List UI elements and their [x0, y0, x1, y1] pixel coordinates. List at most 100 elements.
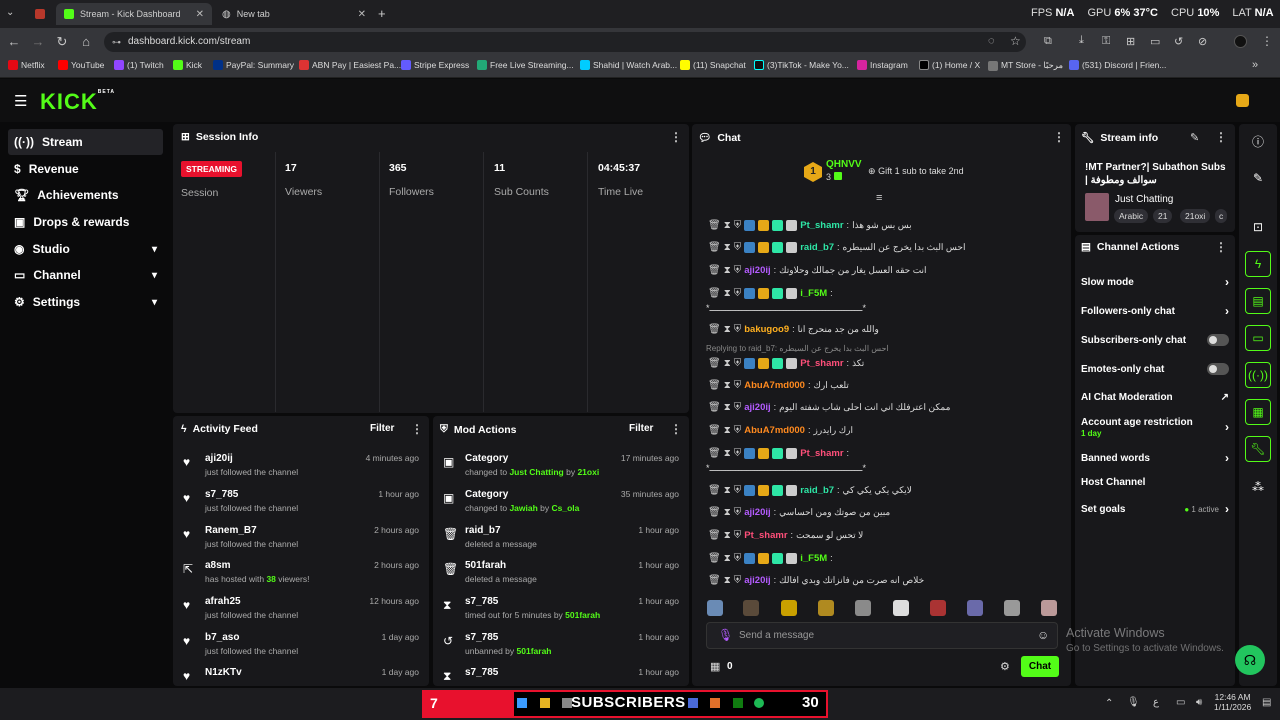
- bookmark-snapchat[interactable]: (11) Snapchat: [680, 60, 746, 70]
- tab-new-tab[interactable]: ◍ New tab ✕: [214, 3, 374, 25]
- bookmark-star-icon[interactable]: ☆: [1010, 34, 1021, 48]
- chat-username[interactable]: AbuA7md000: [744, 425, 805, 436]
- top-gifter-name[interactable]: QHNVV: [826, 159, 862, 170]
- shield-icon[interactable]: ⛨: [734, 380, 742, 391]
- trash-icon[interactable]: 🗑︎: [708, 358, 721, 369]
- microphone-tray-icon[interactable]: 🎙︎: [1127, 697, 1140, 708]
- bookmark-discord[interactable]: (531) Discord | Frien...: [1069, 60, 1166, 70]
- quick-action-stream-icon[interactable]: ((·)): [1245, 362, 1271, 388]
- chat-username[interactable]: aji20ij: [744, 575, 770, 586]
- timeout-icon[interactable]: ⧗: [724, 553, 731, 564]
- quick-action-layout-icon[interactable]: ▦: [1245, 399, 1271, 425]
- forward-arrow-icon[interactable]: →: [30, 34, 46, 49]
- action-emotes-only[interactable]: Emotes-only chat: [1081, 363, 1229, 375]
- bookmark-instagram[interactable]: Instagram: [857, 60, 908, 70]
- chevron-up-icon[interactable]: ⌃: [1105, 698, 1113, 709]
- shield-icon[interactable]: ⛨: [734, 220, 742, 231]
- chat-username[interactable]: i_F5M: [800, 288, 827, 299]
- bookmark-shahid[interactable]: Shahid | Watch Arab...: [580, 60, 677, 70]
- trash-icon[interactable]: 🗑︎: [708, 324, 721, 335]
- timeout-icon[interactable]: ⧗: [724, 530, 731, 541]
- timeout-icon[interactable]: ⧗: [724, 402, 731, 413]
- chat-username[interactable]: aji20ij: [744, 265, 770, 276]
- bookmark-youtube[interactable]: YouTube: [58, 60, 104, 70]
- bookmark-mt-store[interactable]: MT Store - مرحبًا: [988, 60, 1063, 71]
- download-icon[interactable]: ⤓: [1079, 34, 1084, 47]
- shield-icon[interactable]: ⛨: [734, 485, 742, 496]
- trash-icon[interactable]: 🗑︎: [708, 448, 721, 459]
- chat-username[interactable]: AbuA7md000: [744, 380, 805, 391]
- app-icon[interactable]: [562, 698, 572, 708]
- history-icon[interactable]: ↺: [1174, 35, 1183, 48]
- trash-icon[interactable]: 🗑︎: [708, 380, 721, 391]
- trash-icon[interactable]: 🗑︎: [708, 507, 721, 518]
- sidebar-item-drops[interactable]: ▣ Drops & rewards: [8, 209, 163, 235]
- sidebar-item-achievements[interactable]: 🏆︎ Achievements: [8, 182, 163, 208]
- trash-icon[interactable]: 🗑︎: [708, 425, 721, 436]
- timeout-icon[interactable]: ⧗: [724, 448, 731, 459]
- close-tab-icon[interactable]: ✕: [196, 9, 204, 20]
- shield-icon[interactable]: ⛨: [734, 425, 742, 436]
- shield-icon[interactable]: ⛨: [734, 358, 742, 369]
- chat-username[interactable]: i_F5M: [800, 553, 827, 564]
- emote-icon[interactable]: [893, 600, 909, 616]
- chat-settings-icon[interactable]: ⚙: [1000, 660, 1010, 673]
- sidebar-item-revenue[interactable]: $ Revenue: [8, 156, 163, 182]
- timeout-icon[interactable]: ⧗: [724, 380, 731, 391]
- emote-icon[interactable]: [930, 600, 946, 616]
- emote-icon[interactable]: [818, 600, 834, 616]
- trash-icon[interactable]: 🗑︎: [708, 265, 721, 276]
- quick-action-chat-icon[interactable]: ▭: [1245, 325, 1271, 351]
- notification-icon[interactable]: ▤: [1262, 697, 1271, 708]
- action-host-channel[interactable]: Host Channel: [1081, 477, 1229, 488]
- timeout-icon[interactable]: ⧗: [724, 485, 731, 496]
- shield-icon[interactable]: ⛨: [734, 324, 742, 335]
- quick-action-wrench-icon[interactable]: 🔧︎: [1245, 436, 1271, 462]
- trash-icon[interactable]: 🗑︎: [708, 485, 721, 496]
- eye-off-icon[interactable]: ◌: [988, 35, 995, 47]
- volume-icon[interactable]: 🔊︎: [1196, 697, 1202, 708]
- emote-icon[interactable]: [743, 600, 759, 616]
- emote-icon[interactable]: [855, 600, 871, 616]
- trash-icon[interactable]: 🗑︎: [708, 575, 721, 586]
- shield-icon[interactable]: ⛨: [734, 553, 742, 564]
- trash-icon[interactable]: 🗑︎: [708, 553, 721, 564]
- action-ai-moderation[interactable]: AI Chat Moderation ↗: [1081, 392, 1229, 403]
- hamburger-menu-icon[interactable]: ☰: [14, 92, 27, 110]
- send-chat-button[interactable]: Chat: [1021, 656, 1059, 677]
- emote-icon[interactable]: [967, 600, 983, 616]
- user-avatar[interactable]: [1236, 94, 1249, 107]
- timeout-icon[interactable]: ⧗: [724, 507, 731, 518]
- shield-icon[interactable]: ⛨: [734, 507, 742, 518]
- pinned-toggle-icon[interactable]: ≡: [876, 192, 882, 204]
- timeout-icon[interactable]: ⧗: [724, 242, 731, 253]
- address-bar[interactable]: dashboard.kick.com/stream: [104, 32, 1026, 52]
- timeout-icon[interactable]: ⧗: [724, 220, 731, 231]
- chat-username[interactable]: raid_b7: [800, 242, 834, 253]
- session-menu-icon[interactable]: ⋮: [670, 130, 682, 144]
- kick-logo[interactable]: KICKBETA: [40, 89, 115, 115]
- chat-username[interactable]: Pt_shamr: [800, 358, 843, 369]
- site-info-icon[interactable]: ⊶: [112, 37, 121, 48]
- app-icon[interactable]: [710, 698, 720, 708]
- tag[interactable]: 21: [1153, 209, 1173, 223]
- tag[interactable]: c: [1215, 209, 1228, 223]
- trash-icon[interactable]: 🗑︎: [708, 220, 721, 231]
- bookmark-tiktok[interactable]: (3)TikTok - Make Yo...: [754, 60, 849, 70]
- apps-icon[interactable]: ⁂: [1245, 474, 1271, 500]
- spotify-icon[interactable]: [754, 698, 764, 708]
- emotes-only-toggle[interactable]: [1207, 363, 1229, 375]
- mod-menu-icon[interactable]: ⋮: [670, 422, 682, 436]
- bookmark-kick[interactable]: Kick: [173, 60, 202, 70]
- tab-list-icon[interactable]: ⌄: [6, 7, 14, 18]
- shield-icon[interactable]: ⛨: [734, 242, 742, 253]
- shield-icon[interactable]: ⛨: [734, 448, 742, 459]
- xbox-icon[interactable]: [733, 698, 743, 708]
- sidebar-item-channel[interactable]: ▭ Channel ▾: [8, 262, 163, 288]
- trash-icon[interactable]: 🗑︎: [708, 530, 721, 541]
- close-tab-icon[interactable]: ✕: [358, 9, 366, 20]
- quick-action-lightning-icon[interactable]: ϟ: [1245, 251, 1271, 277]
- shield-icon[interactable]: ⛨: [734, 530, 742, 541]
- tag[interactable]: Arabic: [1114, 209, 1149, 223]
- activity-filter-button[interactable]: Filter: [370, 423, 394, 434]
